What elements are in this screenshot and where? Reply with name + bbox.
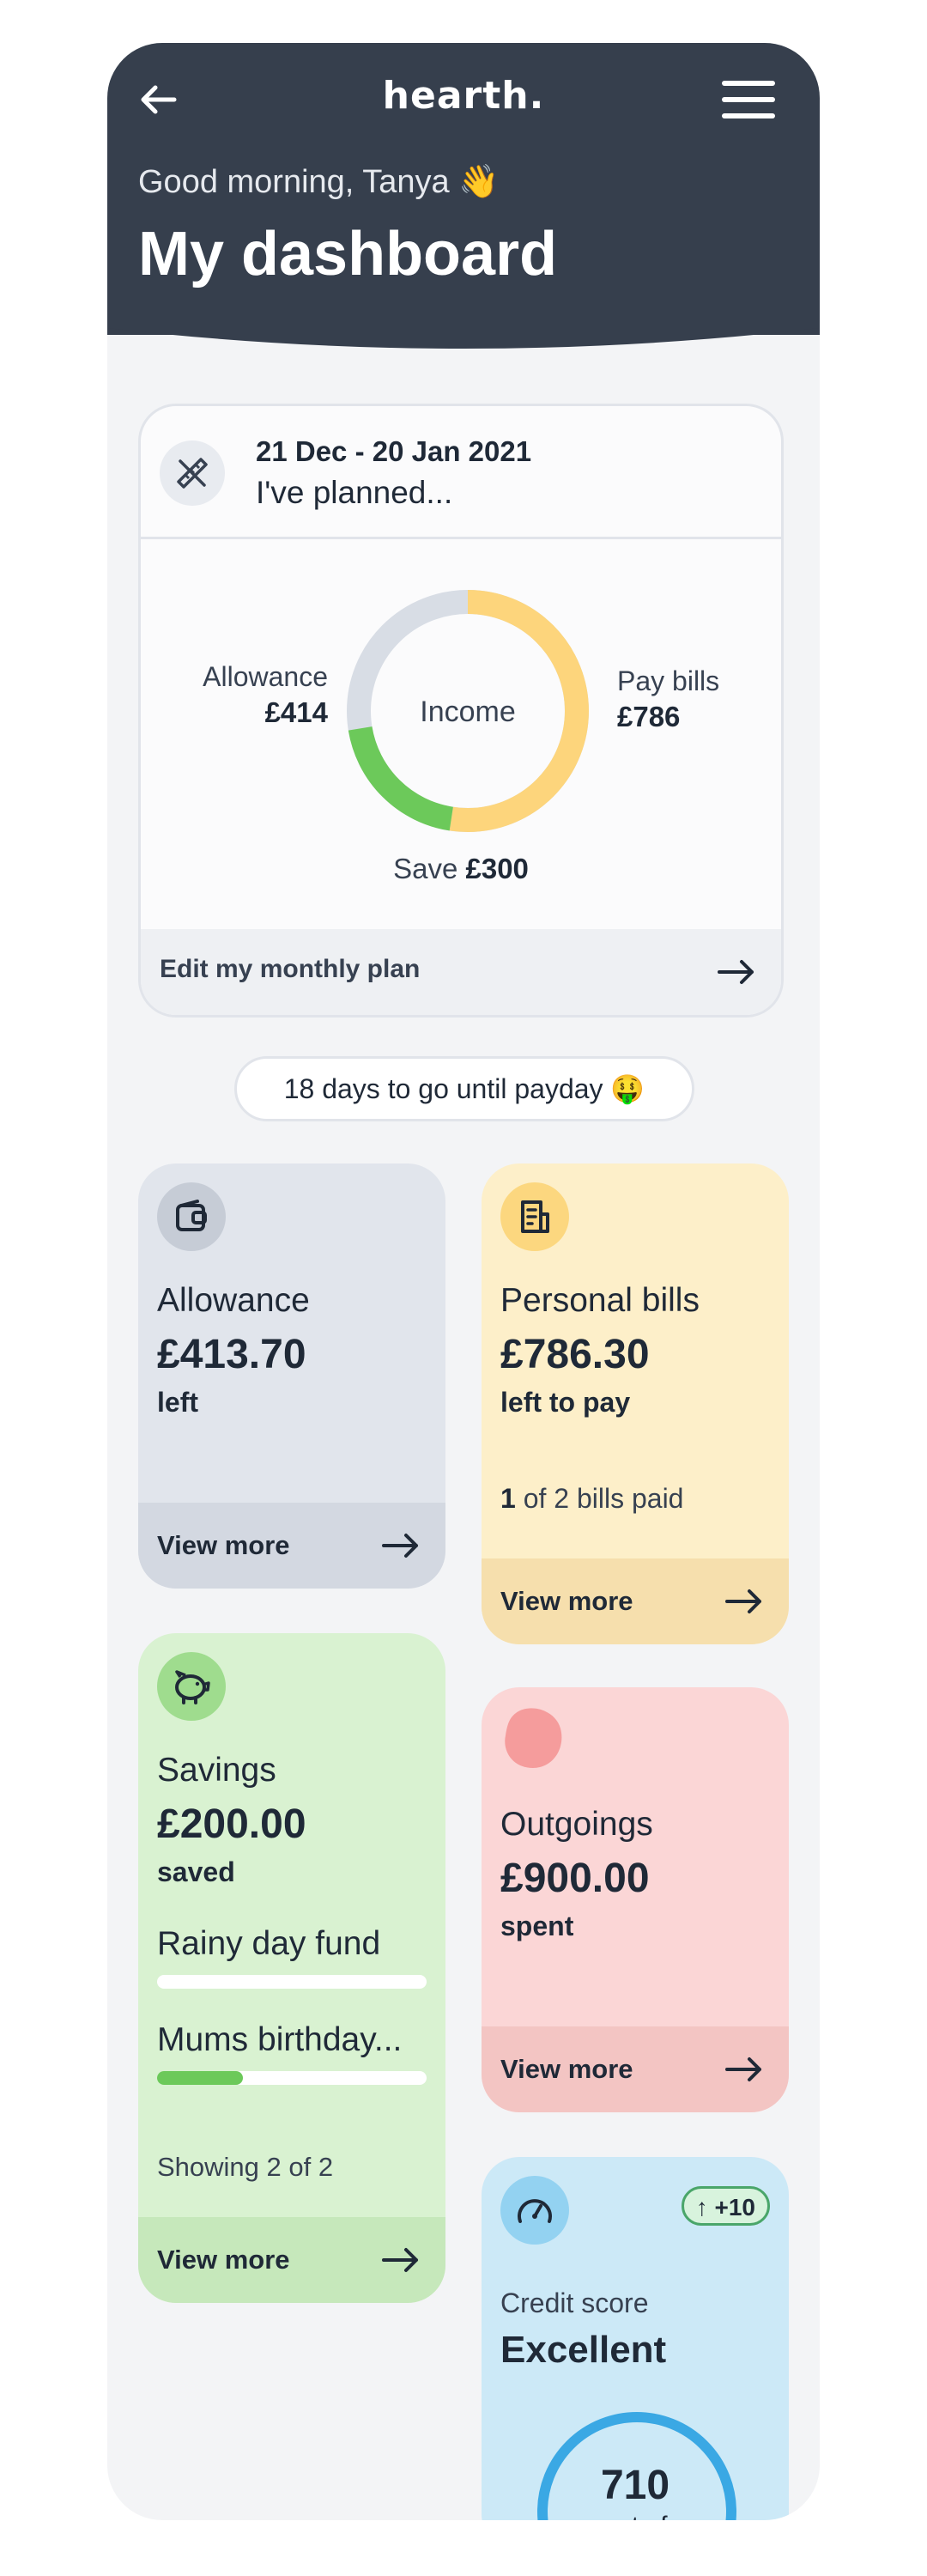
credit-score-label: Credit score bbox=[500, 2287, 649, 2318]
hamburger-menu-icon[interactable] bbox=[720, 76, 777, 124]
outgoings-view-more-button[interactable]: View more bbox=[482, 2026, 789, 2112]
payday-countdown-badge: 18 days to go until payday 🤑 bbox=[234, 1056, 694, 1121]
allowance-view-more-button[interactable]: View more bbox=[138, 1503, 445, 1589]
score-change-badge: ↑ +10 bbox=[681, 2186, 770, 2226]
arrow-right-icon bbox=[725, 2057, 761, 2081]
savings-title: Savings bbox=[157, 1752, 276, 1789]
save-plan-label: Save £300 bbox=[141, 853, 781, 885]
bills-sub: left to pay bbox=[500, 1387, 631, 1418]
ruler-pencil-icon bbox=[160, 440, 225, 506]
outgoings-blob-icon bbox=[505, 1708, 562, 1768]
view-more-label: View more bbox=[500, 2054, 633, 2084]
outgoings-tile[interactable]: Outgoings £900.00 spent View more bbox=[482, 1687, 789, 2112]
personal-bills-tile[interactable]: Personal bills £786.30 left to pay 1 of … bbox=[482, 1163, 789, 1644]
bills-title: Personal bills bbox=[500, 1282, 700, 1319]
bills-paid-status: 1 of 2 bills paid bbox=[500, 1483, 683, 1515]
bills-paid-count: 1 bbox=[500, 1483, 516, 1514]
savings-goal-progress bbox=[157, 2071, 427, 2085]
piggy-bank-icon bbox=[157, 1652, 226, 1721]
outgoings-title: Outgoings bbox=[500, 1806, 653, 1843]
view-more-label: View more bbox=[500, 1586, 633, 1616]
page-title: My dashboard bbox=[138, 220, 558, 289]
view-more-label: View more bbox=[157, 1530, 290, 1560]
income-donut-chart: Income bbox=[347, 590, 589, 832]
bills-plan-value: £786 bbox=[617, 701, 681, 732]
allowance-plan-label: Allowance £414 bbox=[175, 661, 328, 729]
greeting: Good morning, Tanya 👋 bbox=[138, 164, 500, 200]
outgoings-sub: spent bbox=[500, 1911, 574, 1941]
savings-view-more-button[interactable]: View more bbox=[138, 2217, 445, 2303]
bills-view-more-button[interactable]: View more bbox=[482, 1558, 789, 1644]
credit-score-tile[interactable]: ↑ +10 Credit score Excellent 710 out of bbox=[482, 2157, 789, 2520]
savings-tile[interactable]: Savings £200.00 saved Rainy day fund Mum… bbox=[138, 1633, 445, 2303]
credit-rating: Excellent bbox=[500, 2329, 667, 2371]
header-curve bbox=[107, 318, 820, 349]
edit-plan-button[interactable]: Edit my monthly plan bbox=[141, 929, 781, 1015]
savings-goal-progress bbox=[157, 1975, 427, 1989]
header: hearth. Good morning, Tanya 👋 My dashboa… bbox=[107, 43, 820, 335]
arrow-right-icon bbox=[725, 1589, 761, 1613]
bills-plan-label: Pay bills £786 bbox=[617, 665, 719, 733]
plan-header: 21 Dec - 20 Jan 2021 I've planned... bbox=[141, 406, 781, 539]
allowance-amount: £413.70 bbox=[157, 1332, 306, 1377]
donut-center-label: Income bbox=[420, 696, 516, 728]
bills-paid-text: of 2 bills paid bbox=[515, 1483, 684, 1514]
save-plan-value: £300 bbox=[465, 853, 529, 884]
allowance-sub: left bbox=[157, 1387, 198, 1418]
credit-score-out-of: out of bbox=[482, 2512, 789, 2520]
phone-screen: hearth. Good morning, Tanya 👋 My dashboa… bbox=[107, 43, 820, 2520]
savings-sub: saved bbox=[157, 1856, 235, 1887]
savings-goal-progress-fill bbox=[157, 2071, 244, 2085]
allowance-plan-value: £414 bbox=[264, 696, 328, 728]
wallet-icon bbox=[157, 1182, 226, 1251]
save-plan-text: Save bbox=[393, 853, 458, 884]
bills-amount: £786.30 bbox=[500, 1332, 650, 1377]
allowance-tile[interactable]: Allowance £413.70 left View more bbox=[138, 1163, 445, 1589]
savings-goal-name: Rainy day fund bbox=[157, 1925, 381, 1962]
arrow-right-icon bbox=[382, 1534, 418, 1558]
savings-showing-count: Showing 2 of 2 bbox=[157, 2152, 334, 2182]
bills-plan-text: Pay bills bbox=[617, 665, 720, 696]
outgoings-amount: £900.00 bbox=[500, 1856, 650, 1901]
view-more-label: View more bbox=[157, 2245, 290, 2275]
edit-plan-label: Edit my monthly plan bbox=[160, 955, 421, 983]
credit-score-value: 710 bbox=[600, 2463, 670, 2508]
plan-date-range: 21 Dec - 20 Jan 2021 bbox=[256, 435, 532, 467]
speedometer-icon bbox=[500, 2176, 569, 2245]
app-logo: hearth. bbox=[382, 74, 545, 118]
allowance-title: Allowance bbox=[157, 1282, 310, 1319]
arrow-right-icon bbox=[382, 2248, 418, 2272]
plan-subtitle: I've planned... bbox=[256, 475, 453, 510]
savings-amount: £200.00 bbox=[157, 1801, 306, 1847]
bill-icon bbox=[500, 1182, 569, 1251]
allowance-plan-text: Allowance bbox=[203, 661, 328, 692]
savings-goal-name: Mums birthday... bbox=[157, 2021, 403, 2058]
monthly-plan-card: 21 Dec - 20 Jan 2021 I've planned... Inc… bbox=[138, 404, 784, 1018]
arrow-right-icon bbox=[718, 960, 754, 984]
